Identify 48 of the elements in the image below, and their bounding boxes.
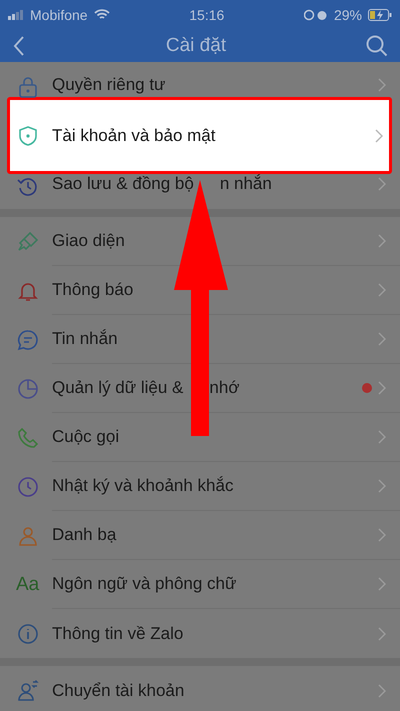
chevron-icon [378, 684, 386, 698]
phone-icon [16, 426, 40, 450]
back-icon[interactable] [12, 35, 26, 57]
font-icon: Aa [16, 574, 44, 596]
chevron-icon [378, 177, 386, 191]
shield-icon [16, 124, 40, 148]
chevron-icon [378, 430, 386, 444]
clock-time: 15:16 [188, 7, 226, 23]
chat-icon [16, 328, 40, 352]
chevron-icon [378, 626, 386, 640]
row-label: Cuộc gọi [52, 427, 120, 447]
chevron-icon [378, 577, 386, 591]
row-label: Tin nhắn [52, 329, 118, 349]
lock-icon [16, 75, 40, 99]
info-icon [16, 622, 40, 646]
row-label: Thông báo [52, 280, 134, 300]
battery-percent: 29% [334, 7, 362, 23]
search-icon[interactable] [366, 35, 388, 57]
clock-icon [16, 474, 40, 498]
chevron-icon [378, 332, 386, 346]
row-label: Danh bạ [52, 525, 116, 545]
switch-account-icon [16, 678, 40, 702]
signal-icon [8, 10, 24, 20]
alarm-icon [304, 9, 328, 21]
row-label: Tài khoản và bảo mật [52, 126, 216, 146]
row-label: Quản lý dữ liệu & [52, 378, 184, 398]
chevron-icon [378, 528, 386, 542]
row-label: Giao diện [52, 231, 125, 251]
chevron-icon [378, 234, 386, 248]
row-label: Nhật ký và khoảnh khắc [52, 476, 234, 496]
brush-icon [16, 230, 40, 254]
chevron-icon [375, 128, 383, 142]
pie-chart-icon [16, 376, 40, 400]
carrier-name: Mobifone [30, 7, 88, 23]
row-label: Ngôn ngữ và phông chữ [52, 574, 236, 594]
row-label: nhớ [209, 378, 240, 398]
chevron-icon [378, 479, 386, 493]
chevron-icon [378, 283, 386, 297]
row-label: Thông tin về Zalo [52, 624, 184, 644]
row-label: Chuyển tài khoản [52, 680, 184, 700]
chevron-icon [378, 381, 386, 395]
wifi-icon [94, 9, 110, 21]
row-label: n nhắn [220, 174, 272, 194]
chevron-icon [378, 78, 386, 92]
row-label: Sao lưu & đồng bộ [52, 174, 194, 194]
row-label: Quyền riêng tư [52, 75, 166, 95]
screen-title: Cài đặt [164, 35, 228, 57]
battery-icon [368, 9, 392, 21]
